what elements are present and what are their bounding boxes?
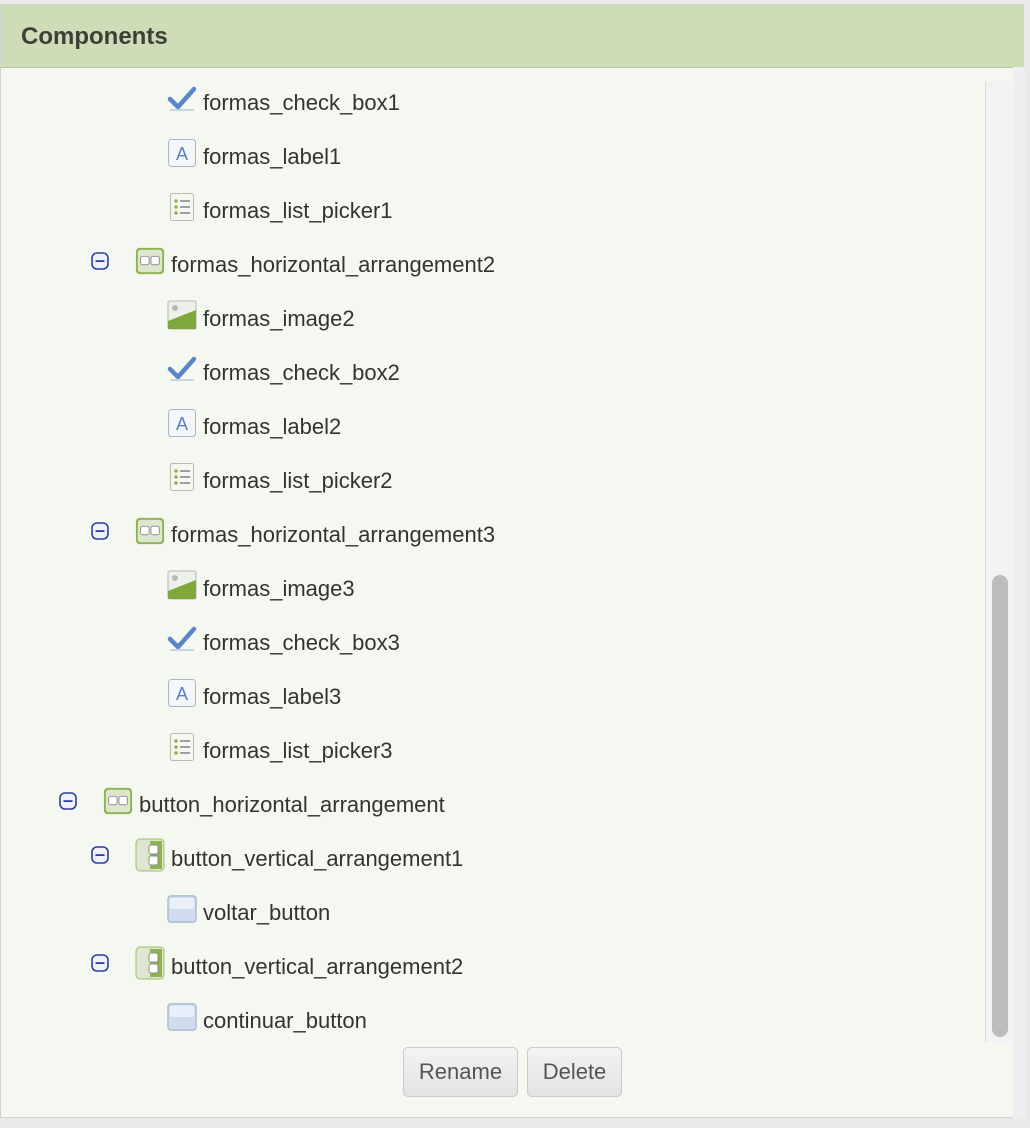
horizontal-arrangement-icon bbox=[135, 246, 165, 276]
tree-item[interactable]: formas_horizontal_arrangement3 bbox=[135, 511, 495, 551]
panel-header: Components bbox=[1, 5, 1023, 68]
list-picker-icon bbox=[167, 732, 197, 762]
tree-item[interactable]: formas_horizontal_arrangement2 bbox=[135, 241, 495, 281]
tree-item[interactable]: button_horizontal_arrangement bbox=[103, 781, 445, 821]
panel-title: Components bbox=[21, 23, 168, 50]
tree-item-label: formas_label3 bbox=[203, 684, 342, 709]
tree-item-label: button_vertical_arrangement2 bbox=[171, 954, 464, 979]
delete-button[interactable]: Delete bbox=[527, 1047, 622, 1097]
button-icon bbox=[167, 894, 197, 924]
component-tree: formas_check_box1 Aformas_label1 formas_li… bbox=[1, 67, 981, 1042]
right-rail bbox=[1013, 67, 1025, 1119]
tree-item-label: formas_list_picker3 bbox=[203, 738, 393, 763]
tree-item-label: button_horizontal_arrangement bbox=[139, 792, 445, 817]
image-icon bbox=[167, 570, 197, 600]
tree-item[interactable]: formas_list_picker1 bbox=[167, 187, 393, 227]
horizontal-arrangement-icon bbox=[103, 786, 133, 816]
tree-item-label: formas_check_box2 bbox=[203, 360, 400, 385]
tree-item-label: formas_label1 bbox=[203, 144, 342, 169]
svg-text:A: A bbox=[176, 414, 188, 434]
collapse-toggle-icon[interactable] bbox=[91, 846, 109, 864]
tree-item[interactable]: formas_list_picker3 bbox=[167, 727, 393, 767]
components-panel: Components formas_check_box1 Aformas_labe… bbox=[0, 4, 1025, 1119]
tree-item-label: voltar_button bbox=[203, 900, 331, 925]
rename-button[interactable]: Rename bbox=[403, 1047, 518, 1097]
tree-item-label: formas_image3 bbox=[203, 576, 355, 601]
tree-scrollbar[interactable] bbox=[985, 81, 1012, 1043]
label-icon: A bbox=[167, 678, 197, 708]
tree-item[interactable]: formas_check_box2 bbox=[167, 349, 400, 389]
collapse-toggle-icon[interactable] bbox=[59, 792, 77, 810]
tree-item-label: formas_label2 bbox=[203, 414, 342, 439]
tree-item-label: formas_horizontal_arrangement3 bbox=[171, 522, 496, 547]
vertical-arrangement-icon bbox=[135, 946, 165, 980]
tree-item[interactable]: formas_list_picker2 bbox=[167, 457, 393, 497]
label-icon: A bbox=[167, 408, 197, 438]
tree-item[interactable]: formas_image2 bbox=[167, 295, 355, 335]
tree-item[interactable]: button_vertical_arrangement1 bbox=[135, 835, 463, 875]
vertical-arrangement-icon bbox=[135, 838, 165, 872]
tree-item-label: formas_image2 bbox=[203, 306, 355, 331]
tree-item-label: formas_check_box3 bbox=[203, 630, 400, 655]
checkbox-icon bbox=[167, 84, 197, 114]
tree-item-label: formas_horizontal_arrangement2 bbox=[171, 252, 496, 277]
list-picker-icon bbox=[167, 462, 197, 492]
label-icon: A bbox=[167, 138, 197, 168]
horizontal-arrangement-icon bbox=[135, 516, 165, 546]
list-picker-icon bbox=[167, 192, 197, 222]
tree-item[interactable]: formas_check_box3 bbox=[167, 619, 400, 659]
tree-item-label: button_vertical_arrangement1 bbox=[171, 846, 464, 871]
svg-text:A: A bbox=[176, 144, 188, 164]
tree-item[interactable]: formas_image3 bbox=[167, 565, 355, 605]
image-icon bbox=[167, 300, 197, 330]
tree-item[interactable]: Aformas_label3 bbox=[167, 673, 341, 713]
tree-item[interactable]: Aformas_label1 bbox=[167, 133, 341, 173]
collapse-toggle-icon[interactable] bbox=[91, 252, 109, 270]
checkbox-icon bbox=[167, 354, 197, 384]
tree-item-label: continuar_button bbox=[203, 1008, 367, 1033]
button-icon bbox=[167, 1002, 197, 1032]
scrollbar-thumb[interactable] bbox=[992, 575, 1008, 1037]
tree-item[interactable]: Aformas_label2 bbox=[167, 403, 341, 443]
tree-item-label: formas_list_picker1 bbox=[203, 198, 393, 223]
checkbox-icon bbox=[167, 624, 197, 654]
collapse-toggle-icon[interactable] bbox=[91, 522, 109, 540]
collapse-toggle-icon[interactable] bbox=[91, 954, 109, 972]
tree-item-label: formas_list_picker2 bbox=[203, 468, 393, 493]
tree-item-label: formas_check_box1 bbox=[203, 90, 400, 115]
tree-item[interactable]: continuar_button bbox=[167, 997, 367, 1037]
tree-item[interactable]: voltar_button bbox=[167, 889, 330, 929]
svg-text:A: A bbox=[176, 684, 188, 704]
tree-item[interactable]: formas_check_box1 bbox=[167, 79, 400, 119]
tree-item[interactable]: button_vertical_arrangement2 bbox=[135, 943, 463, 983]
